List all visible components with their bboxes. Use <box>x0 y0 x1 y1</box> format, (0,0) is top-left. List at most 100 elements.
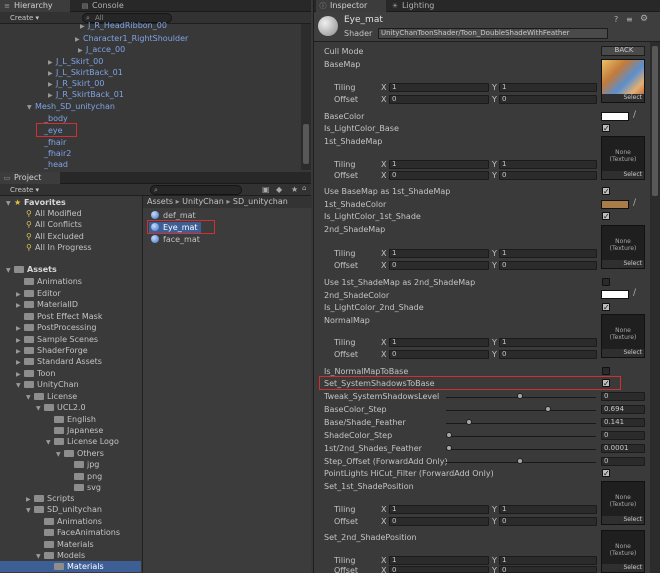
tree-item[interactable]: _fhair <box>44 137 66 148</box>
tab-inspector[interactable]: ⓘ Inspector <box>316 0 386 12</box>
expand-arrow-icon[interactable]: ▼ <box>6 198 14 209</box>
favorite-item[interactable]: ⚲ All In Progress <box>26 242 92 253</box>
folder-item[interactable]: ▶ ShaderForge <box>16 345 88 356</box>
expand-arrow-icon[interactable]: ▼ <box>36 403 44 414</box>
folder-item[interactable]: ▼ Models <box>36 550 85 561</box>
pointlights-hicut-checkbox[interactable]: ✓ <box>602 469 610 478</box>
tree-item[interactable]: ▶ J_R_HeadRibbon_00 <box>80 20 167 31</box>
expand-arrow-icon[interactable]: ▼ <box>56 449 64 460</box>
shademap2-select-button[interactable]: Select <box>602 260 644 268</box>
set-1st-shadeposition-offset-x[interactable]: 0 <box>389 517 489 526</box>
step-offset-slider-handle[interactable] <box>517 458 523 464</box>
normalmap-select-button[interactable]: Select <box>602 349 644 357</box>
filter-label-icon[interactable]: ◆ <box>276 185 282 194</box>
filter-type-icon[interactable]: ▣ <box>262 185 270 194</box>
expand-arrow-icon[interactable]: ▶ <box>16 300 24 311</box>
shades-feather-slider-handle[interactable] <box>446 445 452 451</box>
inspector-scrollbar[interactable] <box>650 42 660 573</box>
inspector-scroll-thumb[interactable] <box>652 46 658 196</box>
breadcrumb-item[interactable]: UnityChan <box>182 197 224 206</box>
favorites-header[interactable]: ▼ ★ Favorites <box>6 197 66 208</box>
normalmap-offset-y[interactable]: 0 <box>499 350 597 359</box>
expand-arrow-icon[interactable]: ▶ <box>80 21 88 32</box>
folder-item[interactable]: ▼ Others <box>56 448 104 459</box>
tweak-slider-handle[interactable] <box>517 393 523 399</box>
base-shade-feather-value-field[interactable]: 0.141 <box>601 418 645 427</box>
folder-item[interactable]: ▼ License <box>26 391 77 402</box>
shadecolor-step-slider-handle[interactable] <box>446 432 452 438</box>
folder-item[interactable]: ▼ UCL2.0 <box>36 402 86 413</box>
basecolor-step-slider-track[interactable] <box>446 410 596 411</box>
hierarchy-scroll-thumb[interactable] <box>303 124 309 164</box>
set-1st-shadeposition-offset-y[interactable]: 0 <box>499 517 597 526</box>
folder-item[interactable]: Post Effect Mask <box>16 311 102 322</box>
folder-item[interactable]: ▼ SD_unitychan <box>26 504 102 515</box>
shademap2-tiling-x[interactable]: 1 <box>389 249 489 258</box>
basecolor-step-value-field[interactable]: 0.694 <box>601 405 645 414</box>
folder-item[interactable]: ▶ Editor <box>16 288 61 299</box>
shades-feather-slider-track[interactable] <box>446 449 596 450</box>
set-2nd-shadeposition-offset-y[interactable]: 0 <box>499 566 597 573</box>
set-1st-shadeposition-select-button[interactable]: Select <box>602 516 644 524</box>
shademap1-select-button[interactable]: Select <box>602 171 644 179</box>
tab-project[interactable]: ▭ Project <box>0 172 60 184</box>
project-search-input[interactable]: ⌕ <box>150 185 242 195</box>
folder-item[interactable]: ▶ Standard Assets <box>16 356 102 367</box>
normalmap-tiling-x[interactable]: 1 <box>389 338 489 347</box>
expand-arrow-icon[interactable]: ▶ <box>48 90 56 101</box>
folder-item[interactable]: png <box>66 471 102 482</box>
tab-hierarchy[interactable]: ≡ Hierarchy <box>0 0 70 12</box>
basemap-offset-y[interactable]: 0 <box>499 95 597 104</box>
basemap-offset-x[interactable]: 0 <box>389 95 489 104</box>
folder-item[interactable]: Japanese <box>46 425 103 436</box>
tab-lighting[interactable]: ☀ Lighting <box>388 0 452 12</box>
set-1st-shadeposition-tiling-x[interactable]: 1 <box>389 505 489 514</box>
expand-arrow-icon[interactable]: ▼ <box>46 437 54 448</box>
use-1st-as-2nd-checkbox[interactable] <box>602 278 610 286</box>
set-1st-shadeposition-tiling-y[interactable]: 1 <box>499 505 597 514</box>
shader-dropdown[interactable]: UnityChanToonShader/Toon_DoubleShadeWith… <box>378 28 608 39</box>
favorite-item[interactable]: ⚲ All Modified <box>26 208 82 219</box>
hierarchy-scrollbar[interactable] <box>301 24 311 170</box>
folder-item[interactable]: ▼ License Logo <box>46 436 119 447</box>
shades-feather-value-field[interactable]: 0.0001 <box>601 444 645 453</box>
favorite-item[interactable]: ⚲ All Conflicts <box>26 219 82 230</box>
set-2nd-shadeposition-texture-slot[interactable]: None (Texture) Select <box>601 530 645 573</box>
folder-item[interactable]: Animations <box>36 516 102 527</box>
tree-item[interactable]: ▶ Character1_RightShoulder <box>75 33 188 44</box>
expand-arrow-icon[interactable]: ▼ <box>26 392 34 403</box>
expand-arrow-icon[interactable]: ▼ <box>6 265 14 276</box>
step-offset-value-field[interactable]: 0 <box>601 457 645 466</box>
folder-item[interactable]: jpg <box>66 459 99 470</box>
set-2nd-shadeposition-select-button[interactable]: Select <box>602 564 644 572</box>
shademap1-offset-y[interactable]: 0 <box>499 171 597 180</box>
breadcrumb-item[interactable]: Assets <box>147 197 173 206</box>
folder-item[interactable]: Materials <box>36 539 94 550</box>
normalmap-tiling-y[interactable]: 1 <box>499 338 597 347</box>
shademap2-tiling-y[interactable]: 1 <box>499 249 597 258</box>
shadecolor-step-value-field[interactable]: 0 <box>601 431 645 440</box>
breadcrumb-item[interactable]: SD_unitychan <box>233 197 288 206</box>
folder-item[interactable]: FaceAnimations <box>36 527 120 538</box>
tab-console[interactable]: ▤ Console <box>78 0 138 12</box>
shademap1-tiling-x[interactable]: 1 <box>389 160 489 169</box>
shademap1-texture-slot[interactable]: None (Texture) Select <box>601 136 645 180</box>
folder-item[interactable]: English <box>46 414 96 425</box>
tree-item[interactable]: ▼ Mesh_SD_unitychan <box>27 101 115 112</box>
cull-mode-dropdown[interactable]: BACK <box>601 46 645 56</box>
basecolor-step-slider-handle[interactable] <box>544 406 551 412</box>
normalmap-texture-slot[interactable]: None (Texture) Select <box>601 314 645 358</box>
lock-icon[interactable]: ⌂ <box>302 184 306 192</box>
tree-item[interactable]: ▶ J_L_Skirt_00 <box>48 56 103 67</box>
project-create-dropdown[interactable]: Create ▾ <box>6 185 46 195</box>
folder-item[interactable]: svg <box>66 482 101 493</box>
is-lightcolor-1st-checkbox[interactable]: ✓ <box>602 212 610 221</box>
hierarchy-create-dropdown[interactable]: Create ▾ <box>6 13 46 23</box>
expand-arrow-icon[interactable]: ▼ <box>27 102 35 113</box>
shadecolor-step-slider-track[interactable] <box>446 436 596 437</box>
shadecolor2-swatch[interactable] <box>601 290 629 299</box>
expand-arrow-icon[interactable]: ▼ <box>26 505 34 516</box>
set-2nd-shadeposition-offset-x[interactable]: 0 <box>389 566 489 573</box>
shademap2-texture-slot[interactable]: None (Texture) Select <box>601 225 645 269</box>
gear-icon[interactable]: ⚙ <box>640 14 648 24</box>
